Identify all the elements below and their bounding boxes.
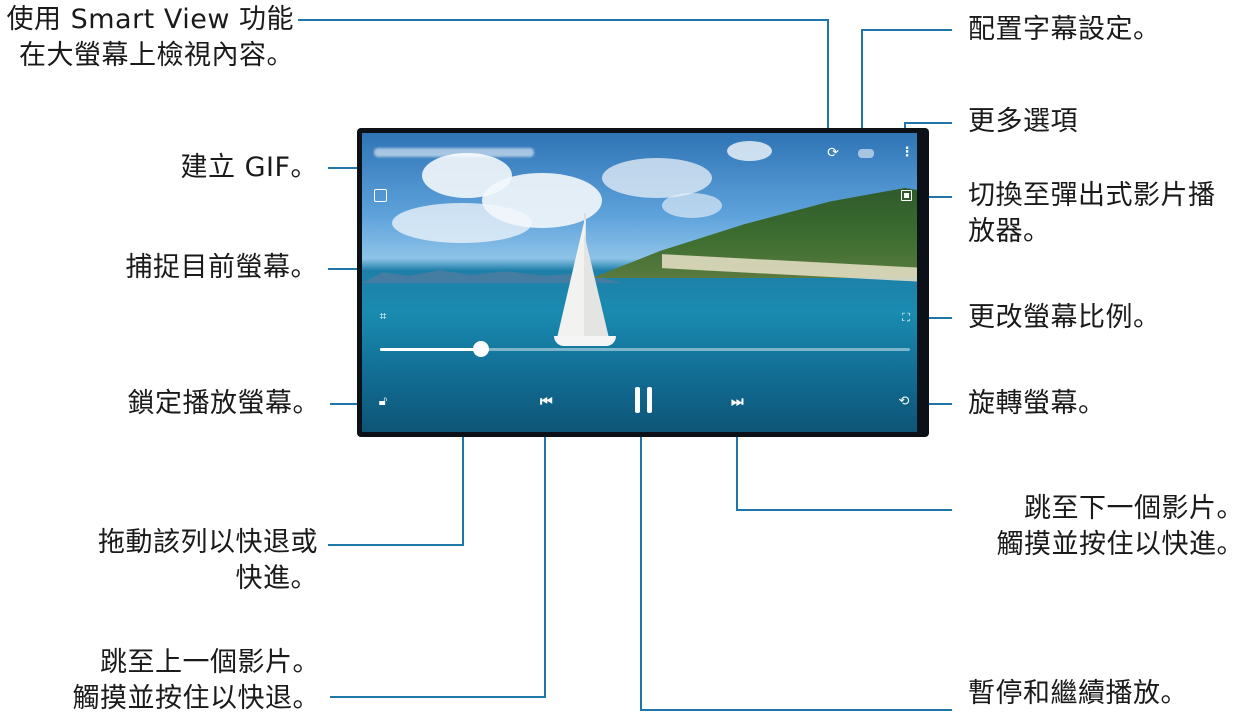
callout-capture-screen: 捕捉目前螢幕。 [80, 250, 318, 286]
screen-ratio-icon[interactable]: ⛶ [898, 311, 914, 327]
capture-icon[interactable]: ⌗ [375, 309, 391, 325]
leader-pause [640, 412, 952, 711]
previous-icon[interactable]: ⏮ [540, 394, 553, 410]
callout-line: 觸摸並按住以快進。 [996, 529, 1244, 560]
seek-bar-thumb[interactable] [472, 341, 489, 357]
callout-line: 暫停和繼續播放。 [968, 678, 1188, 709]
callout-lock-screen: 鎖定播放螢幕。 [60, 386, 320, 422]
callout-smart-view: 使用 Smart View 功能 在大螢幕上檢視內容。 [4, 2, 294, 74]
seek-bar[interactable] [380, 341, 910, 357]
leader-smart-view [298, 19, 829, 128]
next-icon[interactable]: ⏭ [731, 394, 744, 410]
callout-pause-resume: 暫停和繼續播放。 [968, 676, 1188, 712]
pause-icon[interactable] [635, 387, 652, 413]
callout-line: 更改螢幕比例。 [968, 302, 1161, 333]
video-title [374, 148, 534, 157]
more-options-icon[interactable]: ⋮ [899, 146, 915, 162]
callout-line: 跳至下一個影片。 [1024, 493, 1244, 524]
callout-line: 鎖定播放螢幕。 [127, 388, 320, 419]
leader-prev [330, 412, 546, 698]
callout-line: 放器。 [968, 216, 1051, 247]
video-frame[interactable]: ⟳ ⋮ ⌗ ⛶ 🔓︎ ⏮ ⏭ ⟲ [362, 133, 917, 432]
smart-view-icon[interactable]: ⟳ [825, 146, 841, 162]
callout-create-gif: 建立 GIF。 [100, 150, 318, 186]
gif-icon[interactable] [374, 189, 390, 205]
callout-rotate-screen: 旋轉螢幕。 [968, 386, 1106, 422]
callout-subtitle-settings: 配置字幕設定。 [968, 12, 1161, 48]
callout-more-options: 更多選項 [968, 104, 1078, 140]
video-player-frame: ⟳ ⋮ ⌗ ⛶ 🔓︎ ⏮ ⏭ ⟲ [357, 128, 929, 437]
callout-prev-video: 跳至上一個影片。 觸摸並按住以快退。 [30, 645, 320, 717]
lock-icon[interactable]: 🔓︎ [375, 395, 391, 411]
callout-line: 使用 Smart View 功能 [6, 4, 294, 35]
sailboat-image [557, 218, 585, 338]
callout-line: 配置字幕設定。 [968, 14, 1161, 45]
callout-screen-ratio: 更改螢幕比例。 [968, 300, 1161, 336]
callout-line: 切換至彈出式影片播 [968, 180, 1216, 211]
subtitle-icon[interactable] [858, 149, 874, 165]
callout-next-video: 跳至下一個影片。 觸摸並按住以快進。 [958, 491, 1244, 563]
callout-line: 觸摸並按住以快退。 [72, 683, 320, 714]
callout-popup-player: 切換至彈出式影片播 放器。 [968, 178, 1216, 250]
callout-line: 旋轉螢幕。 [968, 388, 1106, 419]
seek-bar-progress [380, 348, 481, 351]
callout-line: 捕捉目前螢幕。 [125, 252, 318, 283]
callout-line: 在大螢幕上檢視內容。 [19, 40, 294, 71]
callout-line: 建立 GIF。 [180, 152, 318, 183]
callout-line: 跳至上一個影片。 [100, 647, 320, 678]
popup-player-icon[interactable] [901, 190, 917, 206]
callout-line: 拖動該列以快退或 [98, 527, 318, 558]
callout-line: 更多選項 [968, 106, 1078, 137]
callout-line: 快進。 [235, 563, 318, 594]
callout-drag-bar: 拖動該列以快退或 快進。 [40, 525, 318, 597]
leader-subtitle [861, 29, 952, 128]
rotate-icon[interactable]: ⟲ [896, 395, 912, 411]
